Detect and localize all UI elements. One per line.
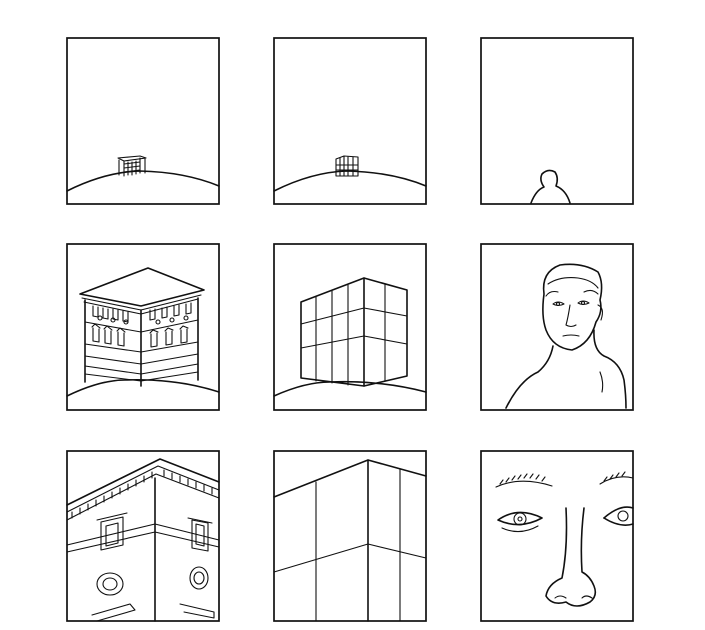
panel-palazzo-closeup [66, 450, 220, 622]
sketch-grid [66, 37, 634, 622]
panel-frame [480, 450, 634, 622]
panel-person-distant [480, 37, 634, 205]
panel-frame [273, 450, 427, 622]
drawing-canvas [0, 0, 705, 630]
panel-frame [273, 243, 427, 411]
panel-grid-closeup [273, 450, 427, 622]
panel-person-closeup [480, 450, 634, 622]
panel-grid-medium [273, 243, 427, 411]
panel-frame [480, 243, 634, 411]
panel-palazzo-distant [66, 37, 220, 205]
panel-person-medium [480, 243, 634, 411]
panel-grid-distant [273, 37, 427, 205]
panel-palazzo-medium [66, 243, 220, 411]
